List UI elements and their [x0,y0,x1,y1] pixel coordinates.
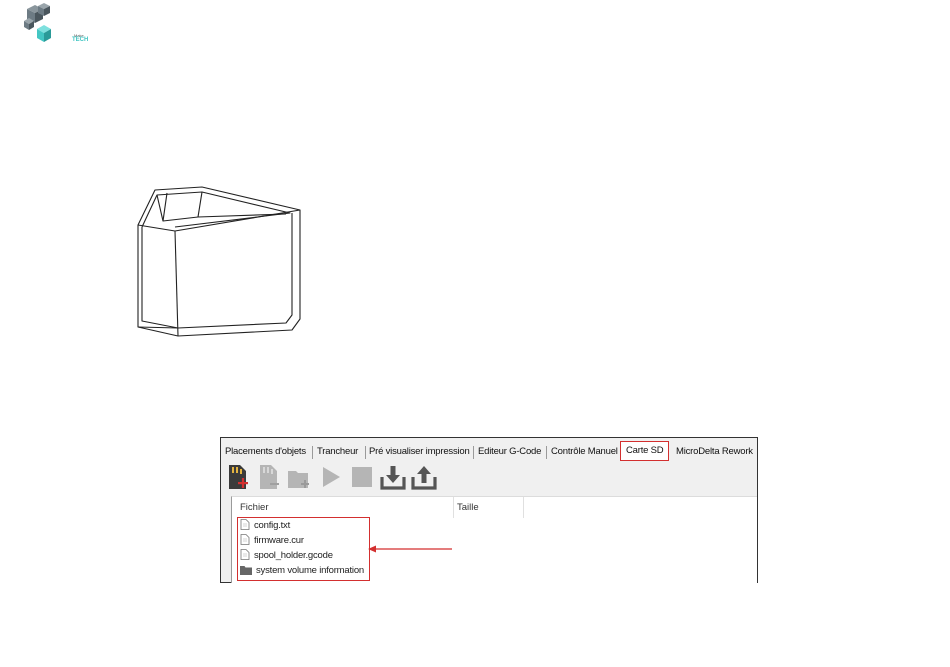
logo-cubes-icon [24,3,51,42]
play-icon [323,467,340,487]
tab-editeur-gcode[interactable]: Editeur G-Code [478,443,541,461]
tab-placements[interactable]: Placements d'objets [225,443,306,461]
new-folder-icon [288,471,309,488]
new-folder-button[interactable] [286,463,312,491]
upload-icon [411,466,437,490]
sd-card-remove-icon [260,465,279,489]
tab-carte-sd[interactable]: Carte SD [620,441,670,461]
tab-separator [312,446,313,459]
tab-controle-manuel[interactable]: Contrôle Manuel [551,443,618,461]
sd-card-panel-window: Placements d'objets Trancheur Pré visual… [220,437,758,583]
column-header-separator [523,497,524,518]
logo-text-tech: TECH [72,37,89,43]
spool-holder-model-drawing [128,183,313,343]
file-list-highlight [237,517,370,581]
upload-button[interactable] [411,463,437,491]
tab-separator [473,446,474,459]
column-header-taille[interactable]: Taille [457,497,479,518]
download-button[interactable] [380,463,406,491]
tab-bar: Placements d'objets Trancheur Pré visual… [221,441,757,461]
tab-microdelta-rework[interactable]: MicroDelta Rework [676,443,753,461]
sd-card-remove-button[interactable] [256,463,282,491]
sd-card-add-icon [229,465,248,489]
sd-card-add-button[interactable] [225,463,251,491]
download-icon [380,466,406,490]
stop-icon [352,467,372,487]
tab-previsualiser[interactable]: Pré visualiser impression [369,443,470,461]
tab-trancheur[interactable]: Trancheur [317,443,358,461]
stop-button[interactable] [349,463,375,491]
tab-separator [546,446,547,459]
play-button[interactable] [318,463,344,491]
tab-separator [365,446,366,459]
annotation-arrow-icon [368,542,454,554]
column-header-separator [453,497,454,518]
maker-tech-logo: Make TECH [22,3,88,45]
column-header-fichier[interactable]: Fichier [240,497,269,518]
sd-toolbar [225,463,525,493]
